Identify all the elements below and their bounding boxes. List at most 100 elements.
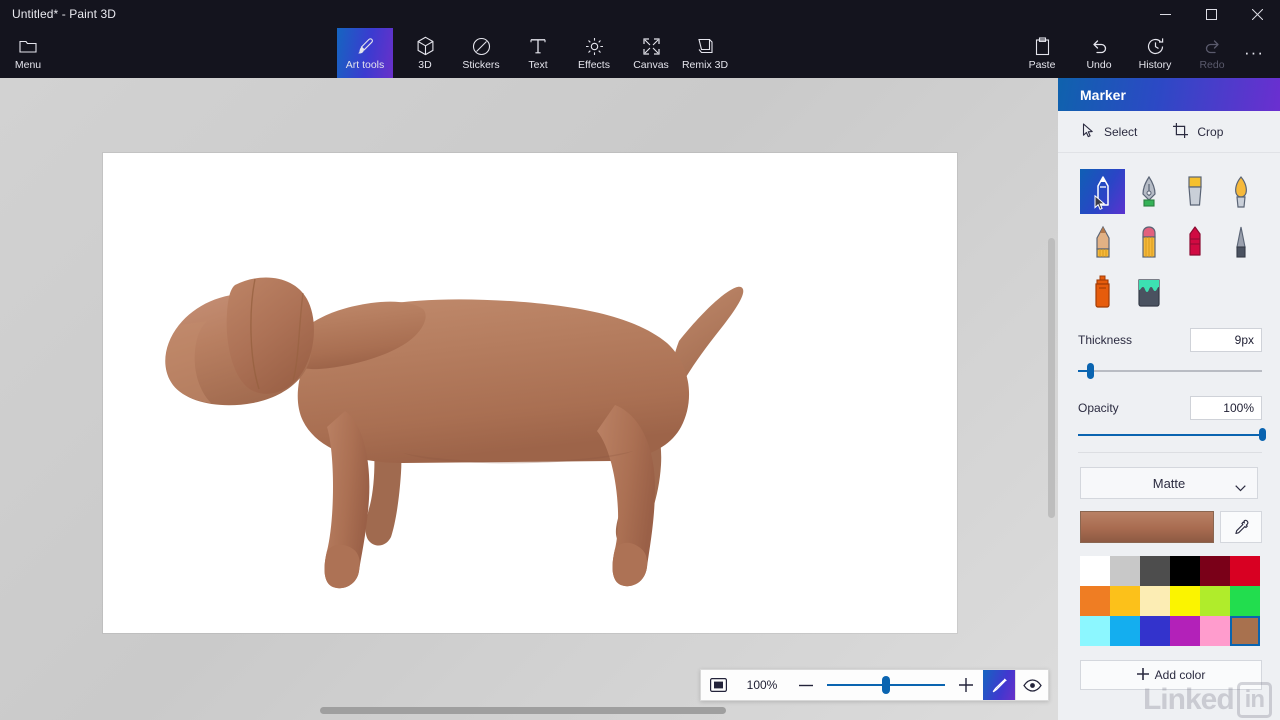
maximize-button[interactable] — [1188, 0, 1234, 28]
folder-icon — [19, 35, 37, 57]
ribbon-item-menu[interactable]: Menu — [0, 28, 56, 78]
current-color-swatch[interactable] — [1080, 511, 1214, 543]
fit-to-window-button[interactable] — [701, 670, 735, 700]
ribbon-item-remix-3d[interactable]: Remix 3D — [675, 28, 735, 78]
plus-icon — [1136, 667, 1149, 683]
ribbon-label-redo: Redo — [1199, 59, 1225, 71]
zoom-slider-thumb[interactable] — [882, 676, 890, 694]
watercolor-tool-button[interactable] — [1218, 169, 1263, 214]
ribbon-label-menu: Menu — [14, 59, 42, 71]
zoom-slider[interactable] — [823, 670, 949, 700]
palette-color-11[interactable] — [1230, 586, 1260, 616]
thickness-slider-thumb[interactable] — [1087, 363, 1095, 379]
ribbon-label-stickers: Stickers — [462, 59, 500, 71]
ribbon-label-art-tools: Art tools — [345, 59, 385, 71]
add-color-button[interactable]: Add color — [1080, 660, 1262, 690]
color-palette — [1080, 556, 1260, 646]
oil-brush-tool-button[interactable] — [1172, 169, 1217, 214]
ribbon-item-art-tools[interactable]: Art tools — [337, 28, 393, 78]
eyedropper-icon — [1234, 519, 1248, 534]
ribbon-item-canvas[interactable]: Canvas — [619, 28, 683, 78]
canvas-horizontal-scrollbar-track[interactable] — [0, 704, 1058, 720]
more-options-button[interactable]: ··· — [1236, 28, 1272, 78]
ribbon-item-undo[interactable]: Undo — [1067, 28, 1131, 78]
palette-color-14[interactable] — [1140, 616, 1170, 646]
minimize-button[interactable] — [1142, 0, 1188, 28]
select-label: Select — [1104, 124, 1138, 139]
select-button[interactable]: Select — [1082, 122, 1138, 141]
opacity-slider-thumb[interactable] — [1258, 428, 1266, 441]
pencil-tool-button[interactable] — [1126, 219, 1171, 264]
title-bar: Untitled* - Paint 3D — [0, 0, 1280, 28]
palette-color-0[interactable] — [1080, 556, 1110, 586]
artwork-3d-dog[interactable] — [103, 153, 957, 633]
ribbon-item-paste[interactable]: Paste — [1010, 28, 1074, 78]
ribbon-toolbar: Menu Art tools 3D Stickers Text Effects … — [0, 28, 1280, 78]
crayon-tool-button[interactable] — [1218, 219, 1263, 264]
palette-color-6[interactable] — [1080, 586, 1110, 616]
palette-color-1[interactable] — [1110, 556, 1140, 586]
brush-icon — [356, 35, 375, 57]
material-dropdown[interactable]: Matte — [1080, 467, 1258, 499]
panel-divider — [1078, 452, 1262, 453]
palette-color-7[interactable] — [1110, 586, 1140, 616]
spray-can-tool-button[interactable] — [1080, 269, 1125, 314]
pen-toggle-button[interactable] — [983, 670, 1015, 700]
ribbon-item-stickers[interactable]: Stickers — [449, 28, 513, 78]
palette-color-16[interactable] — [1200, 616, 1230, 646]
art-tool-grid — [1058, 153, 1280, 320]
eraser-tool-button[interactable] — [1172, 219, 1217, 264]
palette-color-5[interactable] — [1230, 556, 1260, 586]
palette-color-17[interactable] — [1230, 616, 1260, 646]
thickness-slider-track — [1078, 370, 1262, 372]
thickness-input[interactable]: 9px — [1190, 328, 1262, 352]
panel-title: Marker — [1080, 86, 1126, 103]
palette-color-13[interactable] — [1110, 616, 1140, 646]
zoom-out-button[interactable] — [789, 670, 823, 700]
ribbon-label-undo: Undo — [1086, 59, 1112, 71]
tool-options-panel: Marker Select Crop Thickness 9px Opacity… — [1058, 78, 1280, 720]
palette-color-15[interactable] — [1170, 616, 1200, 646]
palette-color-12[interactable] — [1080, 616, 1110, 646]
opacity-input[interactable]: 100% — [1190, 396, 1262, 420]
marker-tool-button[interactable] — [1080, 169, 1125, 214]
crop-button[interactable]: Crop — [1173, 122, 1224, 141]
canvas-horizontal-scrollbar-thumb[interactable] — [320, 707, 726, 714]
ribbon-item-history[interactable]: History — [1123, 28, 1187, 78]
ribbon-item-text[interactable]: Text — [506, 28, 570, 78]
clipboard-icon — [1034, 35, 1051, 57]
text-icon — [529, 35, 547, 57]
opacity-slider[interactable] — [1078, 428, 1266, 442]
canvas-workspace[interactable] — [0, 78, 1058, 720]
view-toggle-button[interactable] — [1016, 670, 1048, 700]
crop-label: Crop — [1197, 124, 1224, 139]
fill-bucket-icon — [1137, 278, 1160, 307]
cube-icon — [416, 35, 435, 57]
calligraphy-pen-tool-button[interactable] — [1126, 169, 1171, 214]
color-swatch-row — [1080, 511, 1262, 543]
palette-color-10[interactable] — [1200, 586, 1230, 616]
fill-tool-button[interactable] — [1126, 269, 1171, 314]
palette-color-8[interactable] — [1140, 586, 1170, 616]
canvas-icon — [642, 35, 661, 57]
canvas-sheet[interactable] — [103, 153, 957, 633]
pixel-pen-tool-button[interactable] — [1080, 219, 1125, 264]
crayon-icon — [1235, 226, 1246, 258]
palette-color-3[interactable] — [1170, 556, 1200, 586]
zoom-in-button[interactable] — [949, 670, 983, 700]
ribbon-item-3d[interactable]: 3D — [393, 28, 457, 78]
palette-color-9[interactable] — [1170, 586, 1200, 616]
zoom-level-value: 100% — [746, 678, 778, 692]
palette-color-2[interactable] — [1140, 556, 1170, 586]
thickness-slider[interactable] — [1078, 360, 1262, 382]
canvas-vertical-scrollbar[interactable] — [1048, 238, 1055, 518]
ribbon-label-history: History — [1138, 59, 1172, 71]
palette-color-4[interactable] — [1200, 556, 1230, 586]
eyedropper-button[interactable] — [1220, 511, 1262, 543]
window-controls — [1142, 0, 1280, 28]
close-button[interactable] — [1234, 0, 1280, 28]
oil-brush-icon — [1187, 175, 1202, 206]
sticker-icon — [472, 35, 491, 57]
ribbon-item-effects[interactable]: Effects — [562, 28, 626, 78]
chevron-down-icon — [1235, 480, 1246, 495]
